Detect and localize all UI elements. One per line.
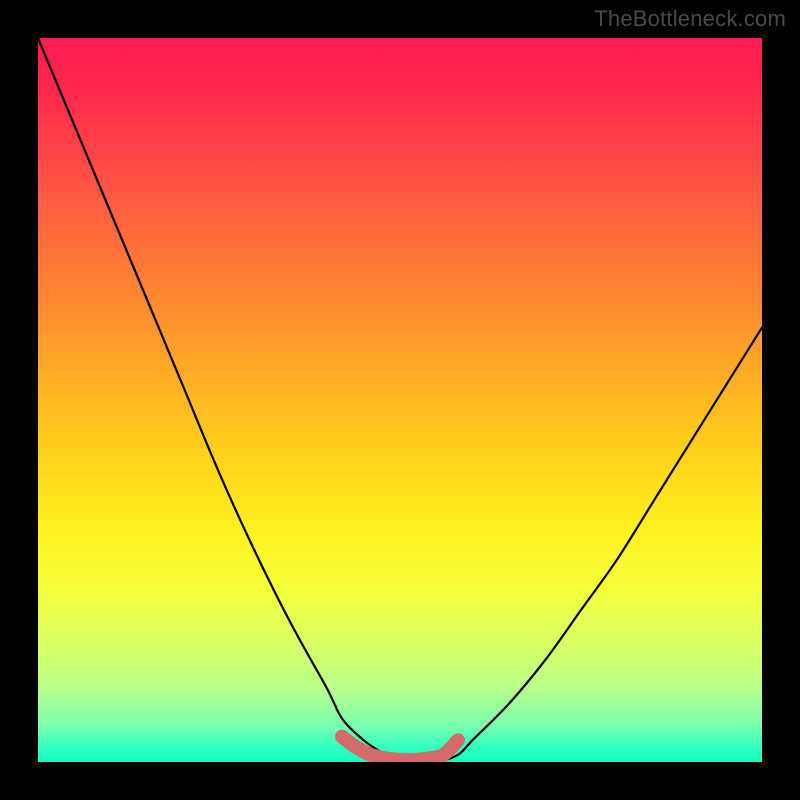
curve-layer [38, 38, 762, 762]
chart-frame: TheBottleneck.com [0, 0, 800, 800]
bottleneck-curve [38, 38, 762, 762]
plot-area [38, 38, 762, 762]
attribution-label: TheBottleneck.com [594, 6, 786, 32]
flat-zone-marker [342, 737, 458, 760]
